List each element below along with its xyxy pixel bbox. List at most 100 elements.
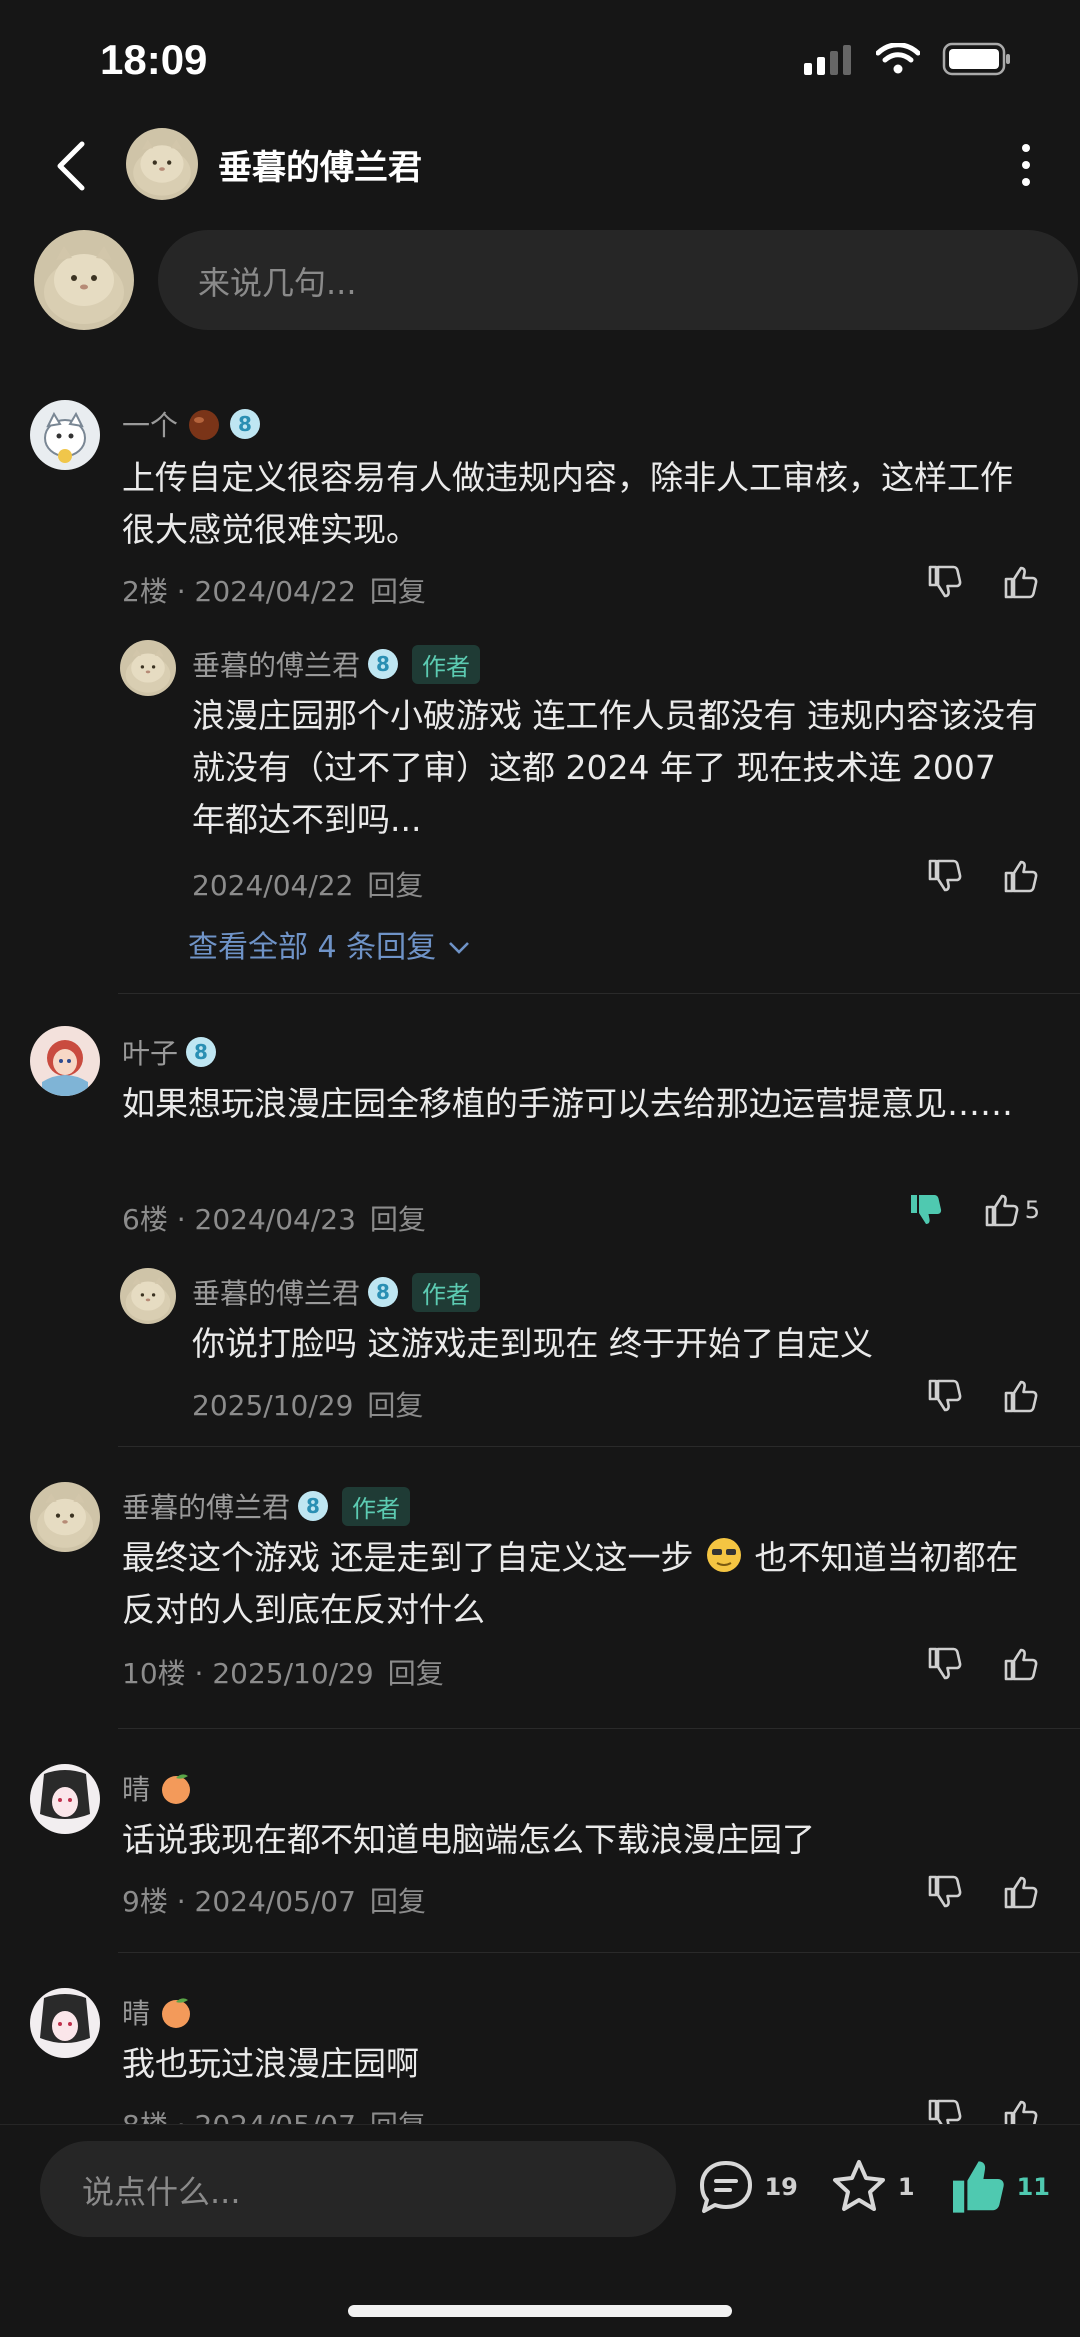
favorites-count: 1 bbox=[897, 2173, 915, 2201]
reply-text: 浪漫庄园那个小破游戏 连工作人员都没有 违规内容该没有就没有（过不了审）这都 2… bbox=[192, 696, 1038, 839]
avatar[interactable] bbox=[30, 1988, 100, 2058]
thumb-up-icon bbox=[952, 2161, 1004, 2213]
reply-button[interactable]: 回复 bbox=[370, 575, 426, 608]
more-icon[interactable] bbox=[1016, 142, 1036, 188]
comment-item: 叶子 8 如果想玩浪漫庄园全移植的手游可以去给那边运营提意见…… 6楼 · 20… bbox=[0, 1026, 1080, 1426]
username[interactable]: 晴 bbox=[122, 1992, 194, 2032]
comment-text: 我也玩过浪漫庄园啊 bbox=[122, 2044, 419, 2083]
like-button[interactable] bbox=[1000, 1872, 1040, 1912]
home-indicator bbox=[348, 2305, 732, 2317]
likes-count: 11 bbox=[1016, 2173, 1050, 2201]
reply-button[interactable]: 回复 bbox=[370, 2109, 426, 2124]
dislike-button[interactable] bbox=[924, 1376, 964, 1416]
thumb-up-icon bbox=[1000, 2096, 1040, 2124]
page-title[interactable]: 垂暮的傅兰君 bbox=[218, 140, 422, 189]
reply-actions bbox=[924, 1376, 1040, 1416]
comments-button[interactable]: 19 bbox=[696, 2157, 798, 2217]
like-count: 5 bbox=[1024, 1196, 1040, 1224]
thumb-down-icon bbox=[924, 2096, 964, 2124]
wifi-icon bbox=[876, 43, 920, 74]
comment-meta: 10楼 · 2025/10/29 回复 bbox=[122, 1657, 444, 1690]
comment-actions bbox=[924, 2096, 1040, 2124]
thumb-down-icon bbox=[924, 856, 964, 896]
chestnut-icon bbox=[189, 410, 220, 440]
like-button[interactable] bbox=[1000, 2096, 1040, 2124]
peach-icon bbox=[162, 1774, 191, 1804]
view-all-replies-link[interactable]: 查看全部 4 条回复 bbox=[188, 922, 472, 966]
like-button[interactable]: 5 bbox=[981, 1190, 1040, 1230]
level-badge: 8 bbox=[186, 1037, 217, 1067]
level-badge: 8 bbox=[298, 1491, 329, 1521]
avatar[interactable] bbox=[120, 1268, 176, 1324]
bottom-action-bar: 说点什么... 19 1 11 bbox=[0, 2124, 1080, 2337]
reply-button[interactable]: 回复 bbox=[370, 1203, 426, 1236]
level-badge: 8 bbox=[230, 409, 261, 439]
divider bbox=[118, 1446, 1080, 1447]
comment-item: 晴 话说我现在都不知道电脑端怎么下载浪漫庄园了 9楼 · 2024/05/07 回… bbox=[0, 1762, 1080, 1942]
like-button[interactable] bbox=[1000, 1376, 1040, 1416]
reply-button[interactable]: 回复 bbox=[367, 869, 423, 902]
dislike-button[interactable] bbox=[924, 2096, 964, 2124]
author-tag: 作者 bbox=[342, 1486, 411, 1526]
like-button[interactable] bbox=[1000, 562, 1040, 602]
reply-button[interactable]: 回复 bbox=[370, 1885, 426, 1918]
thumb-up-icon bbox=[1000, 1644, 1040, 1684]
comments-count: 19 bbox=[764, 2173, 798, 2201]
thumb-down-icon bbox=[924, 1376, 964, 1416]
author-avatar[interactable] bbox=[126, 128, 198, 200]
like-button[interactable] bbox=[1000, 1644, 1040, 1684]
comment-item: 晴 我也玩过浪漫庄园啊 8楼 · 2024/05/07回复 bbox=[0, 1986, 1080, 2124]
thumb-up-icon bbox=[1000, 1376, 1040, 1416]
peach-icon bbox=[162, 1998, 191, 2028]
chevron-down-icon bbox=[448, 942, 469, 954]
status-icons bbox=[804, 42, 1012, 76]
comment-meta: 8楼 · 2024/05/07回复 bbox=[122, 2104, 426, 2124]
my-avatar bbox=[34, 230, 134, 330]
username[interactable]: 一个 8 bbox=[122, 404, 261, 444]
thumb-down-icon bbox=[924, 1644, 964, 1684]
comment-item: 一个 8 上传自定义很容易有人做违规内容，除非人工审核，这样工作很大感觉很难实现… bbox=[0, 396, 1080, 996]
author-tag: 作者 bbox=[412, 644, 481, 684]
comment-actions bbox=[924, 1644, 1040, 1684]
back-icon[interactable] bbox=[52, 138, 92, 194]
reply-username[interactable]: 垂暮的傅兰君 8 作者 bbox=[192, 1272, 481, 1312]
favorite-button[interactable]: 1 bbox=[828, 2156, 915, 2218]
thumb-down-icon bbox=[924, 562, 964, 602]
like-post-button[interactable]: 11 bbox=[945, 2155, 1050, 2219]
level-badge: 8 bbox=[368, 649, 399, 679]
avatar[interactable] bbox=[30, 400, 100, 470]
star-icon bbox=[832, 2160, 885, 2211]
like-button[interactable] bbox=[1000, 856, 1040, 896]
thumb-up-icon bbox=[981, 1190, 1021, 1230]
thumb-down-icon bbox=[905, 1190, 945, 1230]
dislike-button[interactable] bbox=[924, 856, 964, 896]
comment-composer: 来说几句... bbox=[34, 230, 1078, 330]
dislike-button[interactable] bbox=[924, 1644, 964, 1684]
author-tag: 作者 bbox=[412, 1272, 481, 1312]
username[interactable]: 晴 bbox=[122, 1768, 194, 1808]
reply-meta: 2024/04/22 回复 bbox=[192, 869, 424, 902]
reply-actions bbox=[924, 856, 1040, 896]
comment-input[interactable]: 来说几句... bbox=[158, 230, 1078, 330]
reply-username[interactable]: 垂暮的傅兰君 8 作者 bbox=[192, 644, 481, 684]
comment-text: 上传自定义很容易有人做违规内容，除非人工审核，这样工作很大感觉很难实现。 bbox=[122, 458, 1013, 549]
level-badge: 8 bbox=[368, 1277, 399, 1307]
reply-button[interactable]: 回复 bbox=[388, 1657, 444, 1690]
thumb-down-icon bbox=[924, 1872, 964, 1912]
dislike-button[interactable] bbox=[905, 1190, 945, 1230]
comment-item: 垂暮的傅兰君 8 作者 最终这个游戏 还是走到了自定义这一步 也不知道当初都在反… bbox=[0, 1480, 1080, 1710]
reply-meta: 2025/10/29 回复 bbox=[192, 1389, 424, 1422]
dislike-button[interactable] bbox=[924, 562, 964, 602]
avatar[interactable] bbox=[30, 1764, 100, 1834]
status-bar: 18:09 bbox=[0, 0, 1080, 120]
dislike-button[interactable] bbox=[924, 1872, 964, 1912]
reply-button[interactable]: 回复 bbox=[367, 1389, 423, 1422]
status-time: 18:09 bbox=[100, 36, 208, 83]
bottom-comment-input[interactable]: 说点什么... bbox=[40, 2141, 676, 2237]
avatar[interactable] bbox=[30, 1026, 100, 1096]
username[interactable]: 垂暮的傅兰君 8 作者 bbox=[122, 1486, 411, 1526]
bottom-actions: 19 1 11 bbox=[696, 2155, 1050, 2219]
avatar[interactable] bbox=[120, 640, 176, 696]
avatar[interactable] bbox=[30, 1482, 100, 1552]
username[interactable]: 叶子 8 bbox=[122, 1032, 217, 1072]
